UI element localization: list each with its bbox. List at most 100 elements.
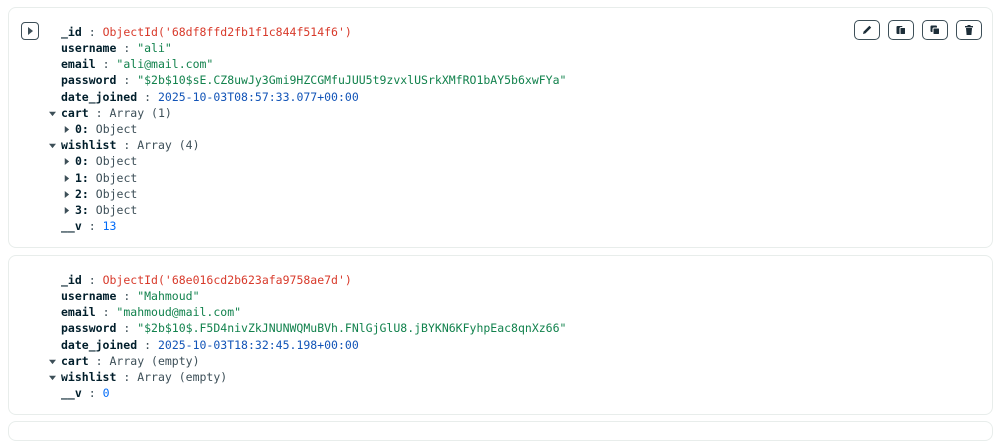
field-key: __v — [61, 219, 82, 233]
field-key: password — [61, 321, 117, 335]
field-password[interactable]: password : "$2b$10$.F5D4nivZkJNUNWQMuBVh… — [61, 320, 566, 336]
chevron-right-icon[interactable] — [61, 186, 71, 202]
pencil-icon — [863, 25, 872, 34]
field-id[interactable]: _id : ObjectId('68df8ffd2fb1f1c844f514f6… — [61, 24, 352, 40]
array-item[interactable]: 0: Object — [64, 121, 138, 137]
document-toolbar — [854, 20, 982, 40]
field-value-objectid: ObjectId('68e016cd2b623afa9758ae7d') — [102, 273, 352, 287]
document-card: _id : ObjectId('68df8ffd2fb1f1c844f514f6… — [8, 7, 993, 248]
field-email[interactable]: email : "mahmoud@mail.com" — [61, 304, 241, 320]
chevron-right-icon[interactable] — [61, 170, 71, 186]
field-separator: : — [102, 57, 117, 71]
field-value-array: Array (empty) — [109, 354, 200, 368]
field-wishlist[interactable]: wishlist : Array (4) — [48, 137, 200, 153]
field-key: email — [61, 305, 96, 319]
trash-icon — [965, 25, 973, 35]
field-value-string: "$2b$10$.F5D4nivZkJNUNWQMuBVh.FNlGjGlU8.… — [137, 321, 567, 335]
array-item-type: Object — [95, 122, 138, 136]
expand-document-button[interactable] — [21, 22, 39, 40]
field-separator: : — [88, 386, 103, 400]
field-key: date_joined — [61, 338, 138, 352]
field-key: __v — [61, 386, 82, 400]
field-email[interactable]: email : "ali@mail.com" — [61, 56, 213, 72]
field-separator: : — [123, 73, 138, 87]
field-wishlist[interactable]: wishlist : Array (empty) — [48, 369, 228, 385]
clone-icon — [930, 25, 940, 35]
field-separator: : — [123, 321, 138, 335]
delete-document-button[interactable] — [956, 20, 982, 40]
field-value-string: "$2b$10$sE.CZ8uwJy3Gmi9HZCGMfuJUU5t9zvxl… — [137, 73, 567, 87]
field-key: date_joined — [61, 90, 138, 104]
field-username[interactable]: username : "ali" — [61, 40, 172, 56]
field-date-joined[interactable]: date_joined : 2025-10-03T18:32:45.198+00… — [61, 337, 359, 353]
copy-icon — [896, 26, 906, 35]
copy-document-button[interactable] — [888, 20, 914, 40]
array-item[interactable]: 1: Object — [64, 170, 138, 186]
field-value-objectid: ObjectId('68df8ffd2fb1f1c844f514f6') — [102, 25, 352, 39]
field-key: password — [61, 73, 117, 87]
field-value-date: 2025-10-03T18:32:45.198+00:00 — [157, 338, 359, 352]
array-index: 3: — [75, 203, 96, 217]
field-separator: : — [88, 219, 103, 233]
field-separator: : — [123, 289, 138, 303]
field-value-array: Array (empty) — [137, 370, 228, 384]
field-value-array: Array (1) — [109, 106, 172, 120]
chevron-right-icon[interactable] — [61, 202, 71, 218]
array-index: 1: — [75, 171, 96, 185]
array-item-type: Object — [95, 154, 138, 168]
array-item[interactable]: 2: Object — [64, 186, 138, 202]
array-index: 2: — [75, 187, 96, 201]
field-separator: : — [123, 138, 138, 152]
chevron-down-icon[interactable] — [47, 105, 57, 121]
field-key: _id — [61, 25, 82, 39]
field-separator: : — [102, 305, 117, 319]
field-value-number: 0 — [102, 386, 110, 400]
field-value-number: 13 — [102, 219, 117, 233]
chevron-down-icon[interactable] — [47, 137, 57, 153]
field-separator: : — [123, 370, 138, 384]
array-item-type: Object — [95, 171, 138, 185]
chevron-right-icon[interactable] — [61, 153, 71, 169]
field-separator: : — [144, 90, 158, 104]
field-version[interactable]: __v : 0 — [61, 385, 110, 401]
field-username[interactable]: username : "Mahmoud" — [61, 288, 200, 304]
field-separator: : — [88, 273, 103, 287]
caret-right-icon — [28, 27, 33, 35]
edit-document-button[interactable] — [854, 20, 880, 40]
field-separator: : — [95, 354, 110, 368]
field-password[interactable]: password : "$2b$10$sE.CZ8uwJy3Gmi9HZCGMf… — [61, 72, 566, 88]
clone-document-button[interactable] — [922, 20, 948, 40]
field-value-string: "ali@mail.com" — [116, 57, 214, 71]
field-key: wishlist — [61, 138, 117, 152]
field-cart[interactable]: cart : Array (1) — [48, 105, 172, 121]
field-value-array: Array (4) — [137, 138, 200, 152]
field-version[interactable]: __v : 13 — [61, 218, 116, 234]
field-key: cart — [61, 106, 89, 120]
field-date-joined[interactable]: date_joined : 2025-10-03T08:57:33.077+00… — [61, 89, 359, 105]
array-item[interactable]: 3: Object — [64, 202, 138, 218]
array-index: 0: — [75, 154, 96, 168]
field-value-string: "ali" — [137, 41, 172, 55]
field-key: username — [61, 289, 117, 303]
chevron-right-icon[interactable] — [61, 121, 71, 137]
array-item-type: Object — [95, 187, 138, 201]
field-separator: : — [123, 41, 138, 55]
chevron-down-icon[interactable] — [47, 369, 57, 385]
field-id[interactable]: _id : ObjectId('68e016cd2b623afa9758ae7d… — [61, 272, 352, 288]
array-item-type: Object — [95, 203, 138, 217]
field-key: cart — [61, 354, 89, 368]
field-key: username — [61, 41, 117, 55]
field-key: _id — [61, 273, 82, 287]
document-card — [8, 421, 993, 441]
field-separator: : — [95, 106, 110, 120]
field-value-string: "mahmoud@mail.com" — [116, 305, 242, 319]
field-key: wishlist — [61, 370, 117, 384]
field-key: email — [61, 57, 96, 71]
array-index: 0: — [75, 122, 96, 136]
document-card: _id : ObjectId('68e016cd2b623afa9758ae7d… — [8, 255, 993, 415]
field-value-string: "Mahmoud" — [137, 289, 200, 303]
field-cart[interactable]: cart : Array (empty) — [48, 353, 200, 369]
field-separator: : — [144, 338, 158, 352]
array-item[interactable]: 0: Object — [64, 153, 138, 169]
chevron-down-icon[interactable] — [47, 353, 57, 369]
